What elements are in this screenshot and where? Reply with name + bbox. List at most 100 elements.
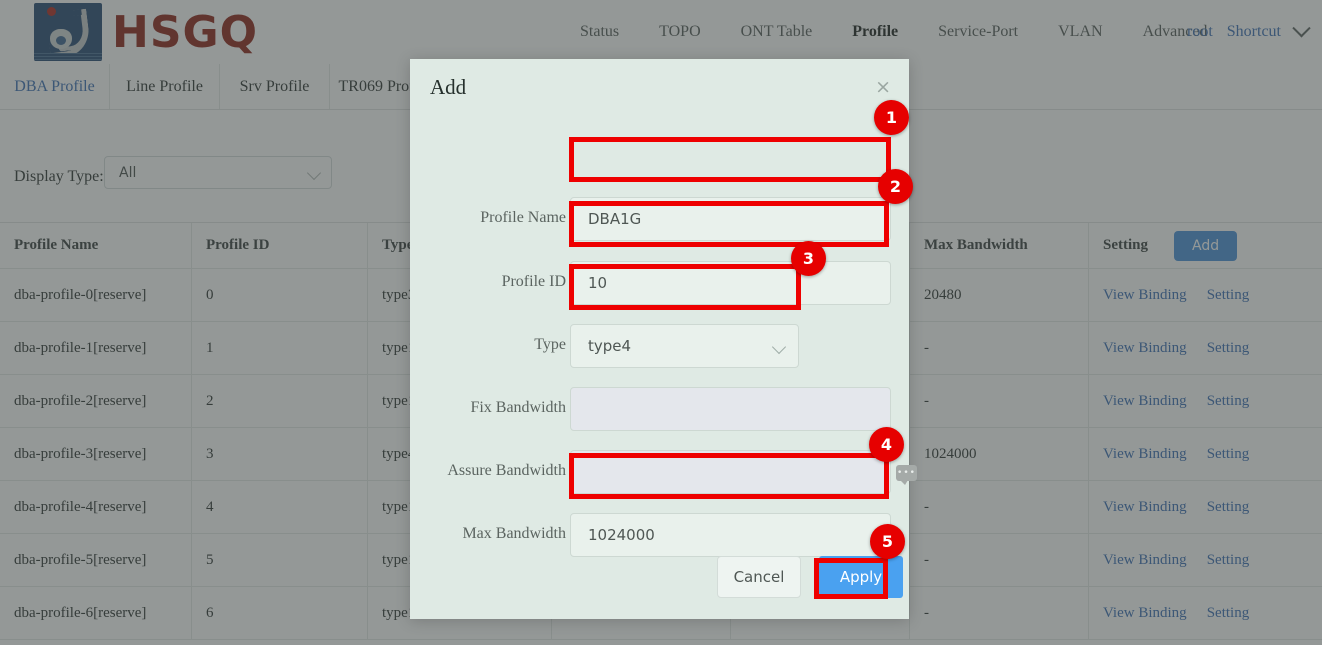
tab-line-profile[interactable]: Line Profile [110,64,220,109]
nav-item-ont-table[interactable]: ONT Table [721,0,833,64]
cell-profile-name: dba-profile-0[reserve] [0,269,192,321]
type-select-value: type4 [588,337,632,355]
tab-srv-profile[interactable]: Srv Profile [220,64,330,109]
cell-setting: View Binding Setting [1089,534,1322,586]
view-binding-link[interactable]: View Binding [1103,287,1187,304]
view-binding-link[interactable]: View Binding [1103,605,1187,622]
modal-title: Add [430,75,467,99]
annotation-badge-3: 3 [791,241,826,276]
app-header: HSGQ Status TOPO ONT Table Profile Servi… [0,0,1322,65]
cell-profile-id: 3 [192,428,368,480]
shortcut-menu[interactable]: Shortcut [1227,23,1281,41]
profile-name-input[interactable]: DBA1G [570,197,891,241]
add-button[interactable]: Add [1174,230,1238,261]
user-menu[interactable]: root [1187,23,1213,41]
header-right: root Shortcut [1187,0,1311,64]
setting-link[interactable]: Setting [1207,552,1250,569]
cell-max-bandwidth: 20480 [910,269,1089,321]
cell-profile-name: dba-profile-4[reserve] [0,481,192,533]
field-fix-bandwidth: Fix Bandwidth [410,387,909,433]
setting-link[interactable]: Setting [1207,446,1250,463]
setting-link[interactable]: Setting [1207,287,1250,304]
column-header-profile-id: Profile ID [192,223,368,268]
cell-profile-id: 4 [192,481,368,533]
cell-profile-id: 2 [192,375,368,427]
annotation-badge-1: 1 [874,100,909,135]
apply-button[interactable]: Apply [819,556,903,598]
setting-link[interactable]: Setting [1207,340,1250,357]
annotation-badge-2: 2 [878,169,913,204]
column-header-max-bandwidth: Max Bandwidth [910,223,1089,268]
cell-max-bandwidth: - [910,322,1089,374]
field-profile-id: Profile ID 10 [410,261,909,307]
chevron-down-icon[interactable] [1292,18,1311,37]
max-bandwidth-input[interactable]: 1024000 [570,513,891,557]
brand-logo[interactable]: HSGQ [34,3,258,61]
view-binding-link[interactable]: View Binding [1103,340,1187,357]
main-nav: Status TOPO ONT Table Profile Service-Po… [560,0,1227,64]
nav-item-profile[interactable]: Profile [832,0,918,64]
modal-actions: Cancel Apply [410,556,909,616]
fix-bandwidth-input [570,387,891,431]
cell-setting: View Binding Setting [1089,375,1322,427]
cell-setting: View Binding Setting [1089,587,1322,639]
display-type-value: All [119,165,137,181]
view-binding-link[interactable]: View Binding [1103,499,1187,516]
cancel-button[interactable]: Cancel [717,556,801,598]
field-assure-bandwidth: Assure Bandwidth [410,450,909,496]
nav-item-topo[interactable]: TOPO [639,0,721,64]
cell-max-bandwidth: - [910,534,1089,586]
cell-max-bandwidth: - [910,481,1089,533]
nav-item-vlan[interactable]: VLAN [1038,0,1122,64]
cell-setting: View Binding Setting [1089,481,1322,533]
nav-item-status[interactable]: Status [560,0,639,64]
cell-max-bandwidth: - [910,375,1089,427]
type-select[interactable]: type4 [570,324,799,368]
tab-dba-profile[interactable]: DBA Profile [0,64,110,109]
cell-profile-name: dba-profile-2[reserve] [0,375,192,427]
display-type-select[interactable]: All [104,156,332,189]
column-header-profile-name: Profile Name [0,223,192,268]
field-label: Fix Bandwidth [470,399,566,416]
column-header-setting-label: Setting [1103,237,1148,253]
cell-profile-id: 5 [192,534,368,586]
view-binding-link[interactable]: View Binding [1103,552,1187,569]
setting-link[interactable]: Setting [1207,605,1250,622]
chevron-down-icon [771,339,787,355]
field-max-bandwidth: Max Bandwidth 1024000 [410,513,909,559]
field-label: Type [534,336,566,353]
add-dba-profile-modal: Add × Profile Name DBA1G Profile ID 10 T… [410,59,909,619]
field-type: Type type4 [410,324,909,370]
cell-setting: View Binding Setting [1089,428,1322,480]
hsgq-logo-icon [34,3,102,61]
annotation-badge-4: 4 [869,427,904,462]
setting-link[interactable]: Setting [1207,499,1250,516]
cell-setting: View Binding Setting [1089,269,1322,321]
column-header-setting: Setting Add [1089,223,1322,268]
cell-profile-id: 6 [192,587,368,639]
profile-id-input[interactable]: 10 [570,261,891,305]
field-profile-name: Profile Name DBA1G [410,197,909,243]
field-label: Profile ID [501,273,566,290]
view-binding-link[interactable]: View Binding [1103,446,1187,463]
view-binding-link[interactable]: View Binding [1103,393,1187,410]
annotation-badge-5: 5 [870,524,905,559]
tooltip-dots: ••• [897,468,916,478]
cell-profile-name: dba-profile-1[reserve] [0,322,192,374]
setting-link[interactable]: Setting [1207,393,1250,410]
close-icon[interactable]: × [875,78,891,97]
cell-max-bandwidth: 1024000 [910,428,1089,480]
tooltip-bubble-icon[interactable]: ••• [896,465,917,485]
cell-profile-name: dba-profile-3[reserve] [0,428,192,480]
display-type-label: Display Type: [14,168,104,185]
cell-setting: View Binding Setting [1089,322,1322,374]
cell-max-bandwidth: - [910,587,1089,639]
chevron-down-icon [306,165,322,181]
cell-profile-name: dba-profile-5[reserve] [0,534,192,586]
cell-profile-id: 1 [192,322,368,374]
brand-name: HSGQ [112,6,259,58]
field-label: Profile Name [480,209,566,226]
field-label: Assure Bandwidth [447,462,566,479]
nav-item-service-port[interactable]: Service-Port [918,0,1038,64]
cell-profile-name: dba-profile-6[reserve] [0,587,192,639]
